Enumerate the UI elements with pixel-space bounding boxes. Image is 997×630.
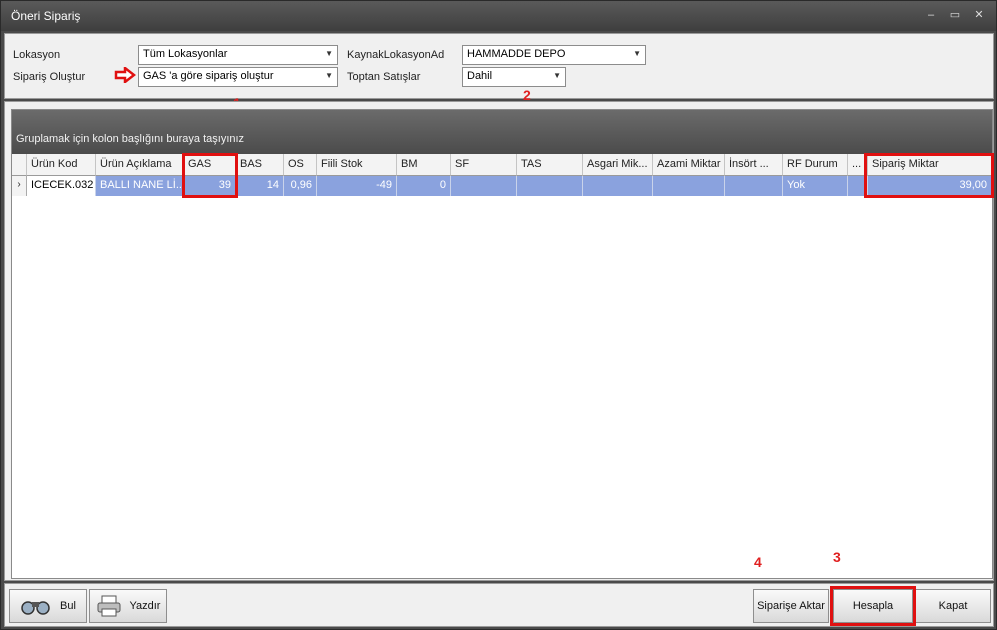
- column-header-asgari-miktar[interactable]: Asgari Mik...: [583, 154, 653, 176]
- grid-panel: Gruplamak için kolon başlığını buraya ta…: [4, 101, 994, 581]
- group-by-hint: Gruplamak için kolon başlığını buraya ta…: [16, 133, 245, 145]
- bul-button[interactable]: Bul: [9, 589, 87, 623]
- window-title: Öneri Sipariş: [11, 9, 81, 23]
- cell-fiili-stok[interactable]: -49: [317, 176, 397, 196]
- close-icon[interactable]: ✕: [970, 7, 988, 23]
- siparis-olustur-value: GAS 'a göre sipariş oluştur: [143, 70, 274, 82]
- siparis-olustur-combo[interactable]: GAS 'a göre sipariş oluştur ▼: [138, 67, 338, 87]
- siparise-aktar-button[interactable]: Siparişe Aktar: [753, 589, 829, 623]
- highlight-box-gas: [182, 153, 238, 198]
- column-header-bm[interactable]: BM: [397, 154, 451, 176]
- kapat-button[interactable]: Kapat: [915, 589, 991, 623]
- cell-bm[interactable]: 0: [397, 176, 451, 196]
- chevron-down-icon: ▼: [325, 49, 333, 58]
- toptan-satislar-value: Dahil: [467, 70, 493, 82]
- cell-urun-aciklama[interactable]: BALLI NANE Lİ...: [96, 176, 184, 196]
- kaynak-lokasyon-value: HAMMADDE DEPO: [467, 48, 566, 60]
- highlight-box-hesapla: [830, 586, 916, 626]
- oneri-siparis-window: Öneri Sipariş – ▭ ✕ Lokasyon Tüm Lokasyo…: [0, 0, 997, 630]
- column-header-tas[interactable]: TAS: [517, 154, 583, 176]
- binoculars-icon: [21, 601, 50, 615]
- cell-asgari-miktar[interactable]: [583, 176, 653, 196]
- toptan-satislar-label: Toptan Satışlar: [347, 71, 421, 83]
- column-header-os[interactable]: OS: [284, 154, 317, 176]
- toptan-satislar-combo[interactable]: Dahil ▼: [462, 67, 566, 87]
- chevron-down-icon: ▼: [553, 71, 561, 80]
- column-header-bas[interactable]: BAS: [236, 154, 284, 176]
- siparis-olustur-label: Sipariş Oluştur: [13, 71, 86, 83]
- lokasyon-label: Lokasyon: [13, 49, 61, 61]
- column-header-insort[interactable]: İnsört ...: [725, 154, 783, 176]
- cell-insort[interactable]: [725, 176, 783, 196]
- column-header-urun-kod[interactable]: Ürün Kod: [27, 154, 96, 176]
- kaynak-lokasyon-label: KaynakLokasyonAd: [347, 49, 445, 61]
- cell-rf-durum[interactable]: Yok: [783, 176, 848, 196]
- lokasyon-value: Tüm Lokasyonlar: [143, 48, 228, 60]
- siparis-grid[interactable]: Gruplamak için kolon başlığını buraya ta…: [11, 109, 994, 579]
- cell-os[interactable]: 0,96: [284, 176, 317, 196]
- cell-urun-kod[interactable]: ICECEK.032: [27, 176, 96, 196]
- filter-panel: Lokasyon Tüm Lokasyonlar ▼ Sipariş Oluşt…: [4, 33, 994, 99]
- column-header-fiili-stok[interactable]: Fiili Stok: [317, 154, 397, 176]
- annotation-step-4: 4: [754, 554, 762, 570]
- column-header-azami-miktar[interactable]: Azami Miktar: [653, 154, 725, 176]
- minimize-icon[interactable]: –: [922, 7, 940, 23]
- bul-label: Bul: [60, 600, 76, 612]
- column-header-rf-durum[interactable]: RF Durum: [783, 154, 848, 176]
- group-by-bar[interactable]: Gruplamak için kolon başlığını buraya ta…: [12, 110, 992, 154]
- button-bar: Bul Yazdır Siparişe Aktar Hesapla Kapat: [4, 583, 994, 627]
- row-indicator-icon: ›: [12, 176, 27, 196]
- cell-azami-miktar[interactable]: [653, 176, 725, 196]
- lokasyon-combo[interactable]: Tüm Lokasyonlar ▼: [138, 45, 338, 65]
- cell-bas[interactable]: 14: [236, 176, 284, 196]
- title-bar[interactable]: Öneri Sipariş – ▭ ✕: [1, 1, 996, 31]
- yazdir-button[interactable]: Yazdır: [89, 589, 167, 623]
- yazdir-label: Yazdır: [129, 600, 161, 612]
- column-header-sf[interactable]: SF: [451, 154, 517, 176]
- annotation-step-3: 3: [833, 549, 841, 565]
- cell-tas[interactable]: [517, 176, 583, 196]
- kaynak-lokasyon-combo[interactable]: HAMMADDE DEPO ▼: [462, 45, 646, 65]
- maximize-icon[interactable]: ▭: [946, 7, 964, 23]
- printer-icon: [97, 595, 120, 617]
- column-header-urun-aciklama[interactable]: Ürün Açıklama: [96, 154, 184, 176]
- row-indicator-header: [12, 154, 27, 176]
- highlight-box-siparis-miktar: [864, 153, 994, 198]
- chevron-down-icon: ▼: [633, 49, 641, 58]
- red-arrow-icon: [114, 67, 136, 83]
- chevron-down-icon: ▼: [325, 71, 333, 80]
- cell-sf[interactable]: [451, 176, 517, 196]
